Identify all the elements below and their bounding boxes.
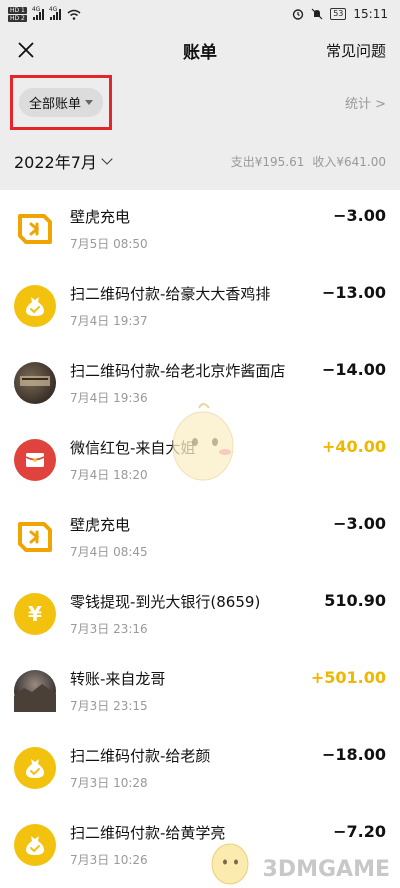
transaction-title: 扫二维码付款-给豪大大香鸡排 <box>70 284 271 303</box>
transaction-amount: +40.00 <box>321 437 386 456</box>
transaction-amount: −14.00 <box>321 360 386 379</box>
transaction-title: 壁虎充电 <box>70 207 131 226</box>
money-bag-icon <box>14 284 56 327</box>
transaction-amount: −3.00 <box>333 206 386 225</box>
transaction-time: 7月4日 19:37 <box>70 313 148 328</box>
mascot-watermark-small <box>208 838 252 886</box>
month-bar: 2022年7月 支出¥195.61 收入¥641.00 <box>0 132 400 190</box>
transaction-time: 7月3日 23:16 <box>70 621 148 636</box>
chevron-down-icon <box>101 153 113 165</box>
mute-icon <box>311 8 323 20</box>
charging-icon <box>14 208 56 250</box>
transaction-title: 扫二维码付款-给黄学亮 <box>70 823 226 842</box>
money-bag-icon <box>14 746 56 789</box>
transaction-time: 7月5日 08:50 <box>70 236 148 251</box>
transaction-time: 7月4日 08:45 <box>70 544 148 559</box>
wifi-icon <box>67 9 81 20</box>
transaction-row[interactable]: 壁虎充电 7月4日 08:45 −3.00 <box>0 498 400 575</box>
hd1-badge: HD 1 <box>8 6 27 14</box>
yen-coin-icon: ¥ <box>14 592 56 635</box>
status-time: 15:11 <box>353 7 388 21</box>
transaction-title: 扫二维码付款-给老北京炸酱面店 <box>70 361 286 380</box>
transaction-title: 扫二维码付款-给老颜 <box>70 746 211 765</box>
transaction-title: 壁虎充电 <box>70 515 131 534</box>
transaction-amount: −3.00 <box>333 514 386 533</box>
watermark-text: 3DMGAME <box>262 857 390 882</box>
month-label: 2022年7月 <box>14 153 97 172</box>
filter-label: 全部账单 <box>29 96 82 112</box>
transaction-info: 扫二维码付款-给豪大大香鸡排 7月4日 19:37 <box>70 283 322 329</box>
contact-avatar <box>14 669 56 712</box>
signal-icon-2: 4G <box>49 6 61 20</box>
transaction-time: 7月3日 10:28 <box>70 775 148 790</box>
transaction-list: 壁虎充电 7月5日 08:50 −3.00 扫二维码付款-给豪大大香鸡排 7月4日 19… <box>0 190 400 883</box>
transaction-info: 扫二维码付款-给老颜 7月3日 10:28 <box>70 745 322 791</box>
month-selector[interactable]: 2022年7月 <box>14 149 113 173</box>
transaction-row[interactable]: 扫二维码付款-给豪大大香鸡排 7月4日 19:37 −13.00 <box>0 267 400 344</box>
transaction-row[interactable]: ¥ 零钱提现-到光大银行(8659) 7月3日 23:16 510.90 <box>0 575 400 652</box>
transaction-title: 零钱提现-到光大银行(8659) <box>70 592 261 611</box>
stats-link[interactable]: 统计 > <box>345 93 386 112</box>
transaction-info: 转账-来自龙哥 7月3日 23:15 <box>70 668 311 714</box>
month-totals: 支出¥195.61 收入¥641.00 <box>231 153 386 170</box>
filter-bar: 全部账单 统计 > <box>0 72 400 132</box>
status-right: 53 15:11 <box>292 7 388 21</box>
status-bar: HD 1 HD 2 4G 4G 53 15:11 <box>0 0 400 28</box>
transaction-amount: −13.00 <box>321 283 386 302</box>
money-bag-icon <box>14 823 56 866</box>
income-total: 收入¥641.00 <box>312 154 386 169</box>
status-left: HD 1 HD 2 4G 4G <box>8 6 81 22</box>
transaction-info: 壁虎充电 7月5日 08:50 <box>70 206 333 252</box>
charging-icon <box>14 516 56 558</box>
merchant-avatar <box>14 361 56 404</box>
transaction-title: 转账-来自龙哥 <box>70 669 166 688</box>
transaction-time: 7月3日 23:15 <box>70 698 148 713</box>
mascot-watermark <box>165 398 243 486</box>
red-packet-icon <box>14 438 56 481</box>
transaction-row[interactable]: 扫二维码付款-给老颜 7月3日 10:28 −18.00 <box>0 729 400 806</box>
close-icon[interactable] <box>14 41 38 59</box>
transaction-row[interactable]: 壁虎充电 7月5日 08:50 −3.00 <box>0 190 400 267</box>
nav-bar: 账单 常见问题 <box>0 28 400 72</box>
transaction-info: 壁虎充电 7月4日 08:45 <box>70 514 333 560</box>
transaction-amount: −18.00 <box>321 745 386 764</box>
hd2-badge: HD 2 <box>8 14 27 22</box>
transaction-row[interactable]: 转账-来自龙哥 7月3日 23:15 +501.00 <box>0 652 400 729</box>
hd-badges: HD 1 HD 2 <box>8 6 27 22</box>
expense-total: 支出¥195.61 <box>230 154 305 169</box>
dropdown-triangle-icon <box>85 99 94 105</box>
transaction-amount: 510.90 <box>324 591 386 610</box>
transaction-amount: −7.20 <box>333 822 386 841</box>
battery-icon: 53 <box>330 8 347 20</box>
all-bills-filter[interactable]: 全部账单 <box>19 87 104 117</box>
transaction-amount: +501.00 <box>310 668 386 687</box>
faq-link[interactable]: 常见问题 <box>326 40 386 61</box>
filter-highlight-box: 全部账单 <box>10 74 113 130</box>
signal-icon: 4G <box>32 6 44 20</box>
transaction-info: 零钱提现-到光大银行(8659) 7月3日 23:16 <box>70 591 324 637</box>
alarm-icon <box>293 9 304 20</box>
